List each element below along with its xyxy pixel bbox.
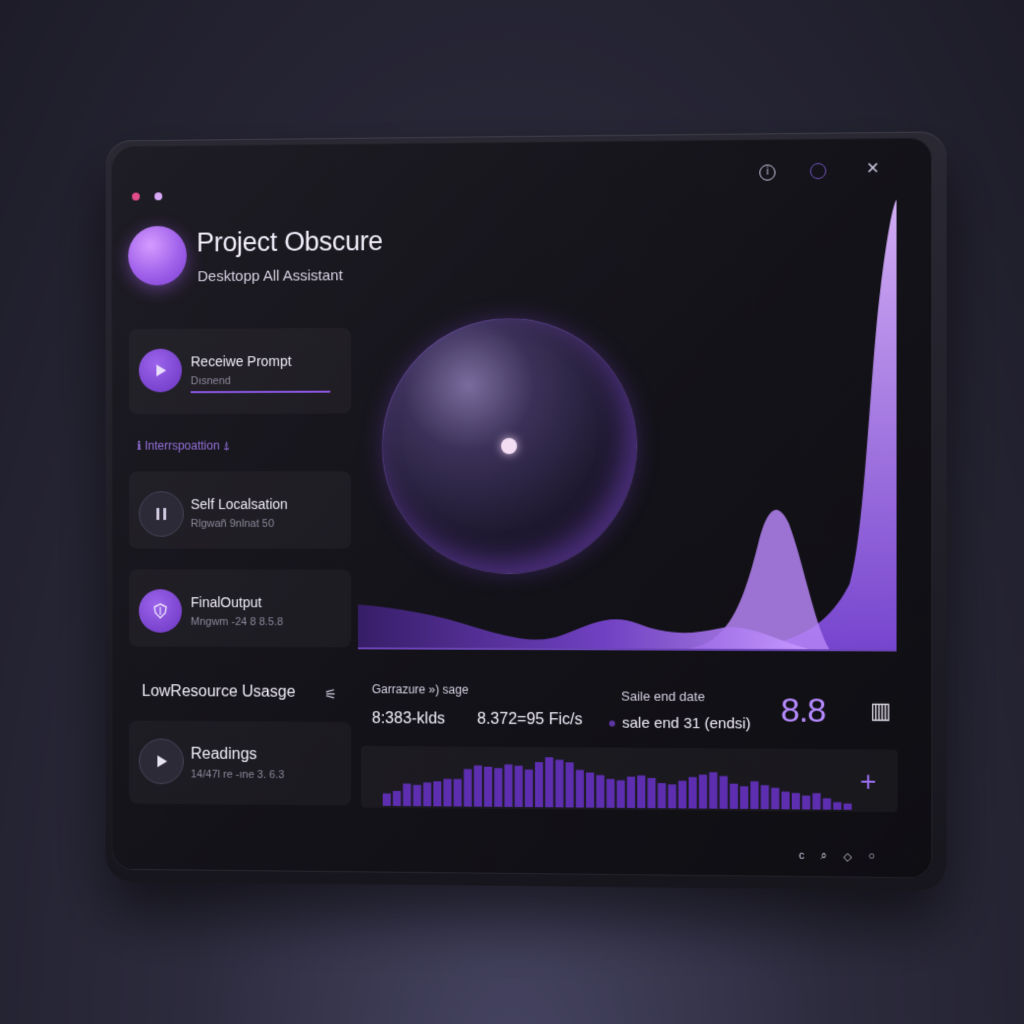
mini-bar bbox=[443, 778, 452, 807]
mini-bar bbox=[433, 781, 442, 807]
mini-bar bbox=[423, 782, 432, 807]
mini-bar bbox=[760, 785, 769, 810]
bottom-toolbar: c ⌕ ◇ ○ bbox=[799, 850, 875, 864]
step-card-self-localisation[interactable]: Self Localsation Rlgwañ 9nlnat 50 bbox=[129, 471, 351, 549]
mini-bar bbox=[534, 761, 543, 807]
mini-bar bbox=[606, 778, 615, 808]
app-window: i ✕ Project Obscure Desktopp All Assista… bbox=[111, 137, 933, 879]
step-label: FinalOutput bbox=[190, 594, 262, 611]
pause-icon[interactable] bbox=[138, 491, 184, 537]
mini-bar bbox=[504, 764, 513, 808]
mini-bar-chart bbox=[360, 745, 898, 813]
window-dot-red[interactable] bbox=[131, 192, 140, 201]
search-icon[interactable]: ⌕ bbox=[821, 850, 827, 863]
mini-bar bbox=[802, 795, 811, 810]
interruption-label: ℹ Interrspoattion ⍋ bbox=[136, 438, 231, 453]
window-dot-lilac[interactable] bbox=[154, 192, 163, 201]
mini-bar bbox=[709, 772, 718, 809]
play-icon[interactable] bbox=[138, 348, 182, 393]
shield-icon[interactable] bbox=[138, 589, 182, 633]
mini-bar bbox=[554, 758, 563, 807]
step-label: Receiwe Prompt bbox=[190, 353, 292, 370]
step-card-final-output[interactable]: FinalOutput Mngwm -24 8 8.5.8 bbox=[129, 569, 351, 647]
mini-bar bbox=[678, 780, 687, 809]
circle-icon[interactable]: ○ bbox=[868, 850, 875, 863]
info-icon[interactable]: i bbox=[759, 164, 776, 181]
circle-icon[interactable] bbox=[810, 162, 827, 180]
garrazure-value-2: 8.372=95 Fic/s bbox=[477, 710, 583, 729]
mini-bar bbox=[668, 784, 677, 809]
app-subtitle: Desktopp All Assistant bbox=[197, 267, 343, 286]
sale-label: Saile end date bbox=[621, 688, 705, 705]
mini-bar bbox=[771, 787, 780, 810]
mini-bar bbox=[616, 780, 625, 808]
refresh-icon[interactable]: c bbox=[799, 850, 805, 863]
diamond-icon[interactable]: ◇ bbox=[843, 850, 852, 863]
close-icon[interactable]: ✕ bbox=[866, 160, 880, 177]
mini-bar bbox=[719, 776, 728, 809]
step-sub: Dısnend bbox=[190, 375, 231, 388]
assistant-avatar bbox=[128, 225, 187, 286]
mini-bar bbox=[822, 798, 832, 810]
add-icon[interactable]: + bbox=[860, 765, 877, 796]
mini-bar bbox=[514, 765, 523, 808]
mini-bar bbox=[463, 769, 472, 807]
mini-bar bbox=[453, 778, 462, 807]
mini-bar bbox=[392, 790, 401, 806]
bar-chart-icon[interactable]: ▥ bbox=[870, 698, 891, 724]
app-title: Project Obscure bbox=[196, 226, 383, 258]
mini-bar bbox=[586, 772, 595, 808]
mini-bar bbox=[382, 793, 391, 806]
readings-card[interactable]: Readings 14/47l re -ıne 3. 6.3 bbox=[129, 721, 351, 806]
garrazure-value-1: 8:383-klds bbox=[371, 710, 446, 728]
mini-bar bbox=[484, 767, 493, 808]
mini-bar bbox=[843, 803, 852, 810]
mini-bar bbox=[729, 783, 738, 809]
step-card-receive-prompt[interactable]: Receiwe Prompt Dısnend bbox=[129, 328, 351, 414]
mini-bar bbox=[698, 774, 708, 809]
sliders-icon[interactable]: ⚟ bbox=[324, 686, 336, 703]
mini-bar bbox=[402, 783, 412, 807]
mini-bar bbox=[750, 781, 759, 810]
play-icon[interactable] bbox=[138, 738, 184, 785]
mini-bar bbox=[473, 765, 482, 807]
mini-bar bbox=[740, 786, 749, 809]
mini-bar bbox=[565, 762, 574, 808]
mini-bar bbox=[781, 791, 790, 810]
mini-bar bbox=[524, 769, 533, 807]
mini-bar bbox=[647, 777, 656, 809]
mini-bar bbox=[494, 768, 503, 808]
mini-bar bbox=[812, 793, 821, 810]
readings-sub: 14/47l re -ıne 3. 6.3 bbox=[190, 768, 285, 782]
sale-value: sale end 31 (endsi) bbox=[622, 714, 751, 733]
mini-bar bbox=[833, 802, 842, 810]
waveform-mid-peak bbox=[687, 509, 830, 650]
mini-bar bbox=[791, 792, 800, 810]
low-resource-title: LowResource Usasge bbox=[141, 683, 296, 701]
big-number: 8.8 bbox=[780, 691, 826, 730]
device-frame: i ✕ Project Obscure Desktopp All Assista… bbox=[105, 131, 947, 891]
sale-dot bbox=[609, 720, 616, 727]
mini-bar bbox=[544, 756, 553, 807]
mini-bar bbox=[688, 777, 697, 809]
mini-bar bbox=[657, 783, 666, 809]
mini-bar bbox=[637, 775, 646, 809]
mini-bar bbox=[596, 775, 605, 808]
step-sub: Mngwm -24 8 8.5.8 bbox=[190, 615, 284, 629]
orb-core bbox=[501, 438, 518, 455]
mini-bar bbox=[626, 776, 636, 808]
garrazure-label: Garrazure ») sage bbox=[371, 682, 469, 697]
step-progress-fill bbox=[190, 390, 331, 394]
step-progress bbox=[190, 390, 331, 394]
mini-bar bbox=[413, 784, 422, 807]
mini-bar bbox=[575, 769, 584, 808]
readings-label: Readings bbox=[190, 745, 258, 764]
assistant-orb[interactable] bbox=[381, 317, 638, 575]
step-sub: Rlgwañ 9nlnat 50 bbox=[190, 517, 275, 530]
step-label: Self Localsation bbox=[190, 496, 288, 512]
